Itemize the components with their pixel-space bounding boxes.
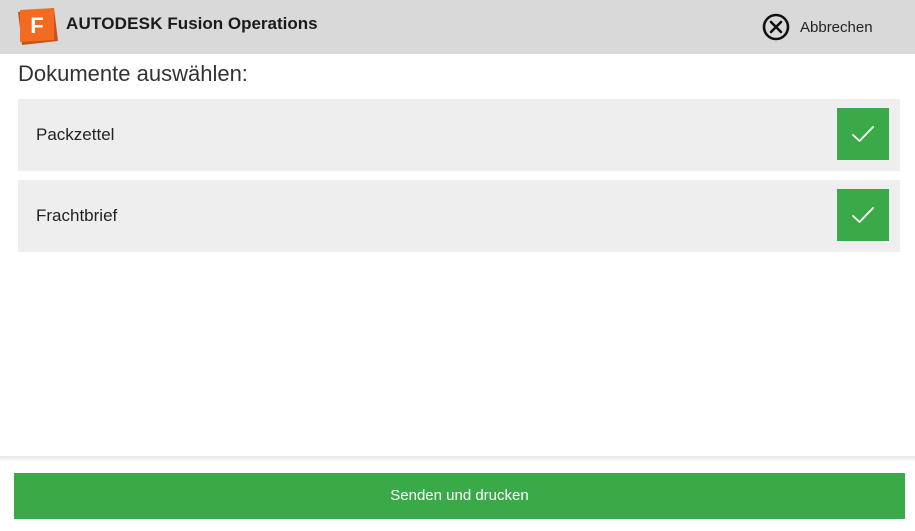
- footer-divider: [0, 456, 915, 462]
- logo-letter: F: [30, 13, 43, 38]
- app-title: AUTODESK Fusion Operations: [66, 13, 318, 35]
- checkmark-icon: [852, 126, 874, 142]
- checkmark-icon: [852, 207, 874, 223]
- document-checkbox[interactable]: [837, 189, 889, 241]
- cancel-button[interactable]: Abbrechen: [762, 13, 873, 41]
- document-label: Frachtbrief: [36, 206, 118, 225]
- document-checkbox[interactable]: [837, 108, 889, 160]
- brand-primary: AUTODESK: [66, 14, 163, 33]
- app-header: F AUTODESK Fusion Operations Abbrechen: [0, 0, 915, 54]
- page-title: Dokumente auswählen:: [18, 61, 248, 86]
- document-list: Packzettel Frachtbrief: [18, 99, 900, 261]
- document-item-frachtbrief[interactable]: Frachtbrief: [18, 180, 900, 252]
- brand-secondary: Fusion Operations: [167, 14, 318, 33]
- send-and-print-button[interactable]: Senden und drucken: [14, 473, 905, 519]
- cancel-label: Abbrechen: [800, 18, 873, 36]
- fusion-logo-icon: F: [18, 8, 58, 45]
- close-circle-icon: [762, 13, 790, 41]
- document-label: Packzettel: [36, 125, 115, 144]
- document-item-packzettel[interactable]: Packzettel: [18, 99, 900, 171]
